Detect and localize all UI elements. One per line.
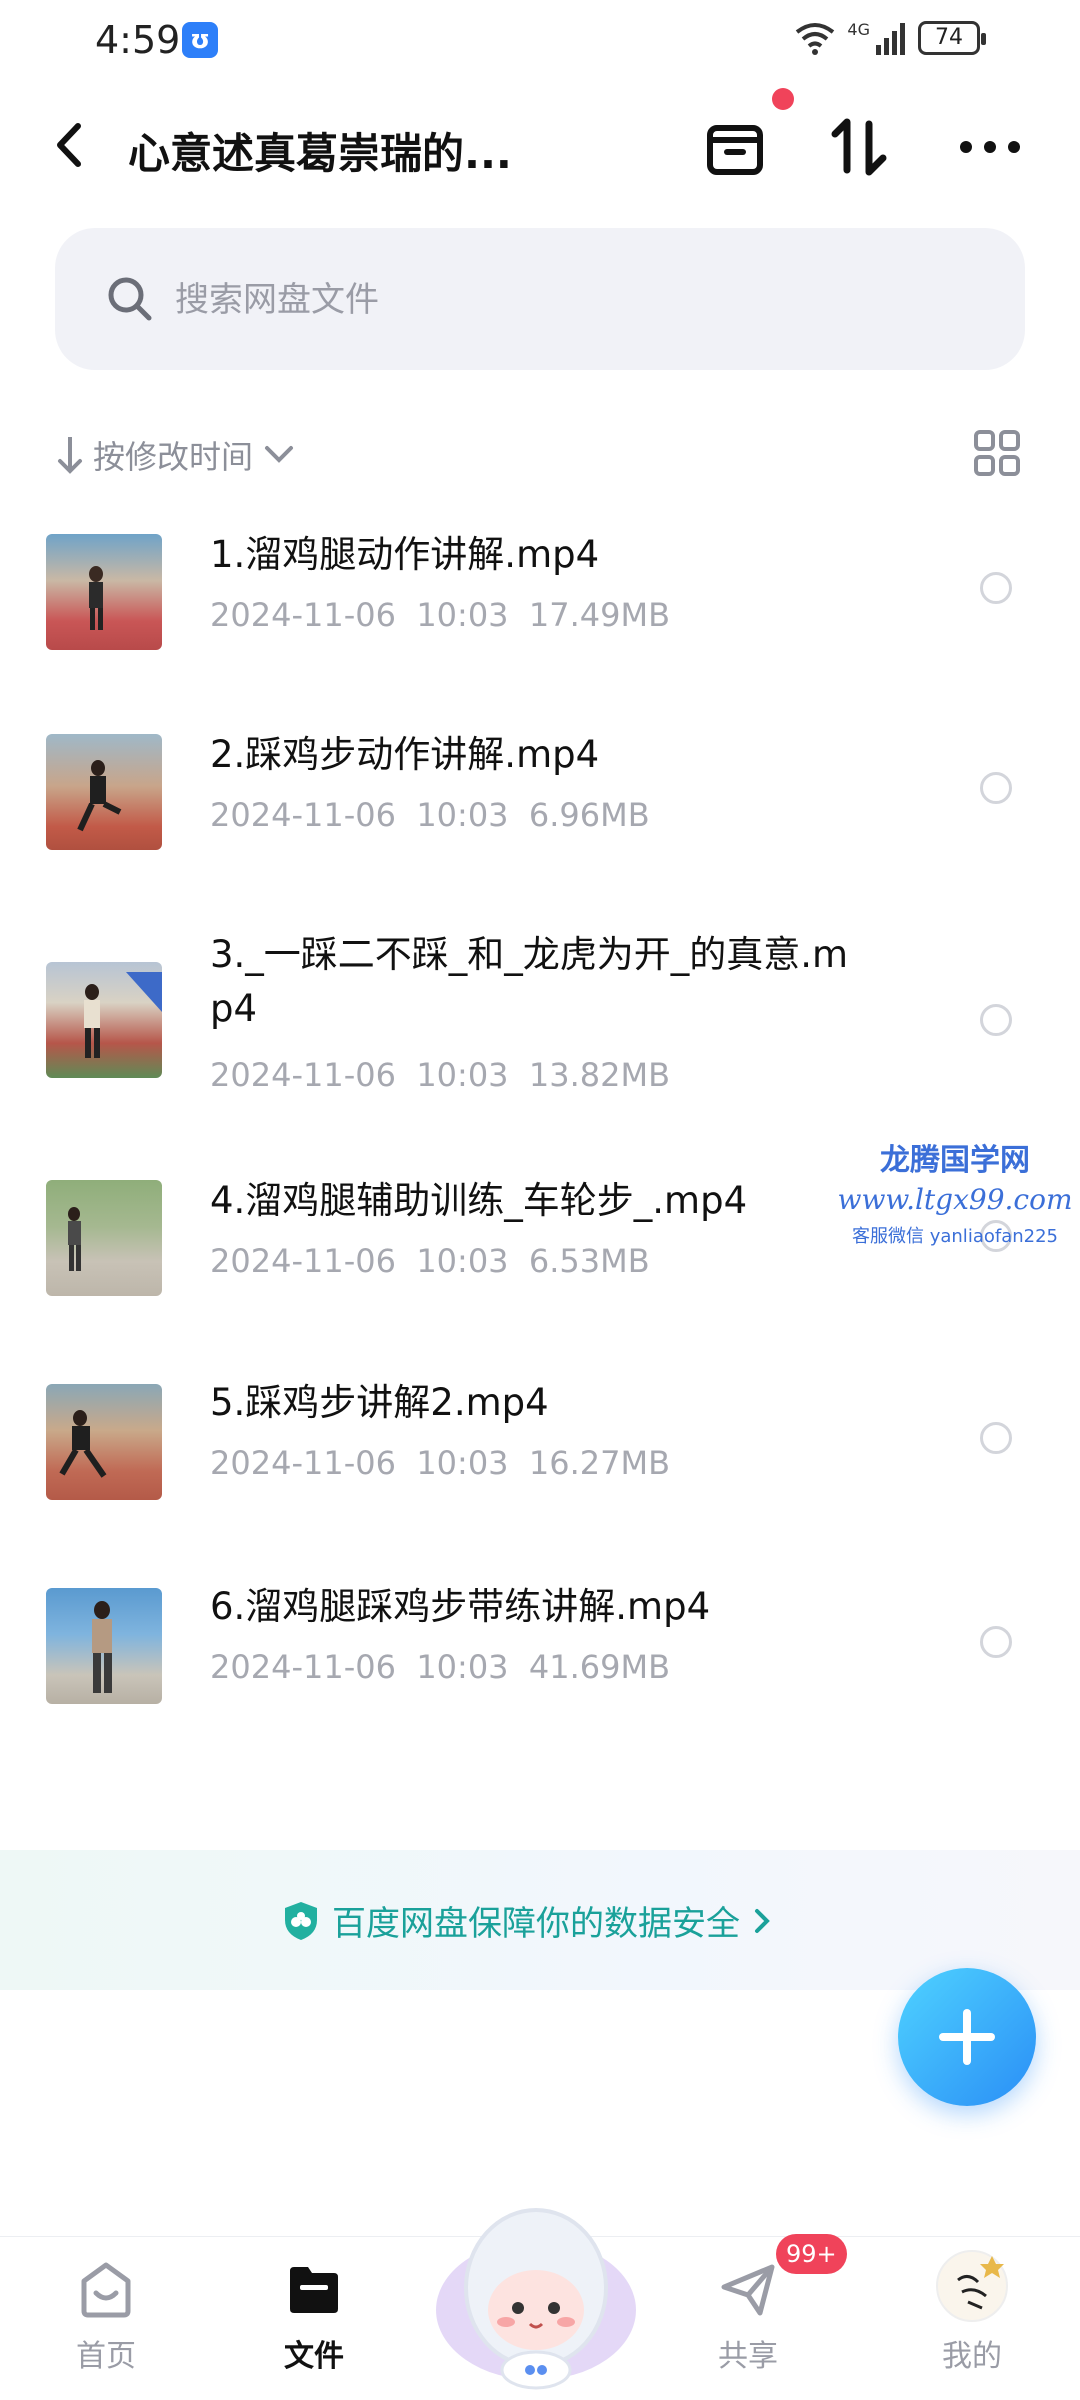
file-row[interactable]: 1.溜鸡腿动作讲解.mp4 2024-11-06 10:03 17.49MB: [0, 520, 1080, 720]
page-title: 心意述真葛崇瑞的...: [128, 129, 512, 178]
notification-dot: [772, 88, 794, 110]
more-icon[interactable]: [950, 112, 1030, 182]
mascot-icon: [436, 2208, 636, 2390]
file-row[interactable]: 2.踩鸡步动作讲解.mp4 2024-11-06 10:03 6.96MB: [0, 720, 1080, 920]
nav-home[interactable]: 首页: [26, 2257, 186, 2375]
select-checkbox[interactable]: [980, 572, 1012, 604]
video-thumbnail: [46, 534, 162, 650]
video-thumbnail: [46, 1180, 162, 1296]
file-meta: 2024-11-06 10:03 13.82MB: [210, 1056, 671, 1094]
grid-view-icon[interactable]: [972, 428, 1022, 478]
nav-home-label: 首页: [76, 2339, 136, 2374]
avatar-image: [957, 2256, 1004, 2310]
share-badge: 99+: [776, 2234, 847, 2274]
status-indicators: 4G 74: [793, 20, 986, 56]
avatar[interactable]: [936, 2250, 1008, 2322]
select-checkbox[interactable]: [980, 1422, 1012, 1454]
send-icon: [721, 2264, 775, 2316]
file-name: 1.溜鸡腿动作讲解.mp4: [210, 533, 600, 576]
add-button[interactable]: [898, 1968, 1036, 2106]
watermark-line-2: www.ltgx99.com: [837, 1183, 1073, 1216]
video-thumbnail: [46, 1588, 162, 1704]
sort-selector[interactable]: 按修改时间: [55, 430, 297, 480]
select-checkbox[interactable]: [980, 1626, 1012, 1658]
file-name: 2.踩鸡步动作讲解.mp4: [210, 733, 600, 776]
file-name: 4.溜鸡腿辅助训练_车轮步_.mp4: [210, 1179, 748, 1222]
security-link[interactable]: 百度网盘保障你的数据安全: [282, 1896, 772, 1945]
security-text: 百度网盘保障你的数据安全: [332, 1904, 740, 1944]
file-row[interactable]: 6.溜鸡腿踩鸡步带练讲解.mp4 2024-11-06 10:03 41.69M…: [0, 1584, 1080, 1784]
wifi-icon: [796, 23, 835, 55]
video-thumbnail: [46, 734, 162, 850]
file-meta: 2024-11-06 10:03 6.96MB: [210, 796, 650, 834]
file-meta: 2024-11-06 10:03 6.53MB: [210, 1242, 650, 1280]
nav-files[interactable]: 文件: [234, 2257, 394, 2375]
app-notification-icon: ʊ: [182, 22, 218, 58]
file-meta: 2024-11-06 10:03 41.69MB: [210, 1648, 671, 1686]
sort-arrow-down-icon: [58, 437, 82, 474]
select-checkbox[interactable]: [980, 1004, 1012, 1036]
file-meta: 2024-11-06 10:03 16.27MB: [210, 1444, 671, 1482]
watermark: 龙腾国学网 www.ltgx99.com 客服微信 yanliaofan225: [830, 1135, 1080, 1248]
network-type: 4G: [847, 20, 870, 39]
file-name: 6.溜鸡腿踩鸡步带练讲解.mp4: [210, 1585, 711, 1628]
search-bar[interactable]: [55, 228, 1025, 370]
home-icon: [81, 2262, 131, 2318]
shield-icon: [285, 1901, 317, 1940]
status-time: 4:59: [95, 18, 181, 62]
archive-icon[interactable]: [700, 112, 770, 182]
mascot-assistant-button[interactable]: [426, 2170, 646, 2390]
file-meta: 2024-11-06 10:03 17.49MB: [210, 596, 671, 634]
nav-share[interactable]: 共享: [668, 2257, 828, 2375]
search-icon: [108, 277, 152, 321]
chevron-down-icon: [265, 446, 294, 463]
nav-mine-label: 我的: [942, 2339, 1002, 2374]
plus-icon: [939, 2009, 995, 2065]
nav-files-label: 文件: [284, 2339, 344, 2374]
search-input[interactable]: [175, 278, 975, 322]
battery-indicator: 74: [918, 21, 986, 55]
watermark-line-3: 客服微信 yanliaofan225: [852, 1226, 1058, 1247]
nav-share-label: 共享: [718, 2339, 778, 2374]
file-row[interactable]: 5.踩鸡步讲解2.mp4 2024-11-06 10:03 16.27MB: [0, 1380, 1080, 1584]
back-icon[interactable]: [40, 110, 100, 180]
signal-icon: [876, 23, 905, 55]
file-name: 5.踩鸡步讲解2.mp4: [210, 1381, 549, 1424]
watermark-line-1: 龙腾国学网: [880, 1143, 1030, 1178]
folder-icon: [290, 2267, 338, 2313]
title-bar: 心意述真葛崇瑞的...: [0, 88, 1080, 210]
transfer-list-icon[interactable]: [825, 112, 895, 182]
select-checkbox[interactable]: [980, 772, 1012, 804]
sort-label: 按修改时间: [93, 438, 254, 476]
status-bar: 4:59 ʊ 4G 74: [0, 0, 1080, 80]
file-name: 3._一踩二不踩_和_龙虎为开_的真意.mp4: [210, 933, 849, 1030]
video-thumbnail: [46, 1384, 162, 1500]
chevron-right-icon: [755, 1908, 770, 1933]
video-thumbnail: [46, 962, 162, 1078]
